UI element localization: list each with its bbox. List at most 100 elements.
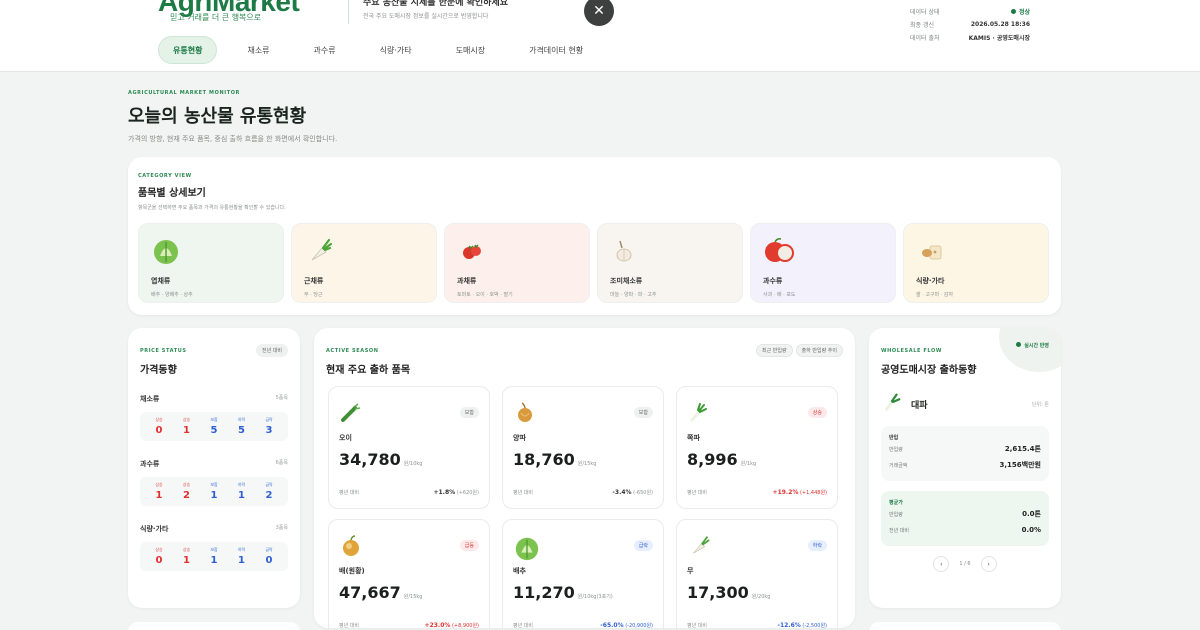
status-badge: 보합 xyxy=(633,407,653,418)
category-root[interactable]: 근채류 무 · 당근 xyxy=(291,223,437,303)
group-note: 6품목 xyxy=(275,460,288,466)
item-change-note: (-2,500원) xyxy=(802,623,827,629)
price-counts: 상승 0 상승 1 보합 1 하락 1 급락 0 xyxy=(140,542,288,571)
wholesale-item[interactable]: 대파 단위: 톤 xyxy=(881,392,1049,416)
category-tags: 사과 · 배 · 포도 xyxy=(763,292,796,298)
page-title: 오늘의 농산물 유통현황 xyxy=(128,106,307,127)
category-fruit-veg[interactable]: 과채류 토마토 · 오이 · 호박 · 딸기 xyxy=(444,223,590,303)
meta-value: 정상 xyxy=(1018,9,1030,16)
count-label: 하락 xyxy=(237,417,246,422)
season-item[interactable]: 급락 배추 11,270 원/10kg(3포기) 평년 대비 -65.0% (-20… xyxy=(502,519,664,630)
box-row-label: 반입량 xyxy=(889,446,903,453)
prev-page-button[interactable]: ‹ xyxy=(933,556,950,572)
strawberry-icon xyxy=(457,236,487,266)
box-row-label: 반입량 xyxy=(889,511,903,518)
category-orchard[interactable]: 과수류 사과 · 배 · 포도 xyxy=(750,223,896,303)
onion-icon xyxy=(513,401,537,425)
category-name: 조미채소류 xyxy=(610,277,643,285)
nav-tab-distribution[interactable]: 유통현황 xyxy=(158,36,218,64)
price-status-card: 전년 대비 PRICE STATUS 가격동향 채소류 5품목 상승 0 상승 1 보… xyxy=(128,328,300,608)
season-item[interactable]: 상승 쪽파 8,996 원/1kg 평년 대비 +19.2% (+1,448원) xyxy=(676,386,838,509)
count-value: 0 xyxy=(265,555,273,566)
nav-tab-vegetables[interactable]: 채소류 xyxy=(233,36,283,64)
status-badge: 보합 xyxy=(459,407,479,418)
count-label: 상승 xyxy=(155,547,163,552)
notice-banner[interactable]: 주요 농산물 시세를 한눈에 확인하세요 전국 주요 도매시장 정보를 실시간으… xyxy=(348,0,600,24)
radish-icon xyxy=(304,236,334,266)
count-value: 3 xyxy=(265,425,273,436)
wholesale-average-box: 평균가 반입량 0.0톤 전년 대비 0.0% xyxy=(881,491,1049,546)
status-badge: 상승 xyxy=(807,407,827,418)
cabbage-icon xyxy=(513,534,539,561)
item-foot-label: 평년 대비 xyxy=(339,623,359,629)
category-title: 품목별 상세보기 xyxy=(138,188,206,199)
count-value: 0 xyxy=(155,425,163,436)
category-leafy[interactable]: 엽채류 배추 · 양배추 · 상추 xyxy=(138,223,284,303)
category-tags: 마늘 · 양파 · 파 · 고추 xyxy=(610,292,657,298)
count-value: 5 xyxy=(238,425,245,436)
item-unit: 원/10kg(3포기) xyxy=(577,594,613,600)
item-foot-label: 평년 대비 xyxy=(339,490,359,496)
count-label: 상승 xyxy=(182,482,191,487)
price-group[interactable]: 식량·가타 3품목 상승 0 상승 1 보합 1 하락 1 급락 0 xyxy=(140,524,288,571)
group-note: 5품목 xyxy=(275,395,288,401)
nav-tab-wholesale[interactable]: 도매시장 xyxy=(442,36,499,64)
price-group[interactable]: 채소류 5품목 상승 0 상승 1 보합 5 하락 5 급락 3 xyxy=(140,394,288,441)
bottom-card-right xyxy=(869,622,1061,630)
category-grain[interactable]: 식량·가타 쌀 · 고구마 · 감자 xyxy=(903,223,1049,303)
group-note: 3품목 xyxy=(275,525,288,531)
item-change-note: (+8,900원) xyxy=(451,623,479,629)
item-change-note: (+620원) xyxy=(456,490,479,496)
item-unit: 원/10kg xyxy=(403,461,423,467)
item-price: 47,667 xyxy=(339,583,401,602)
meta-label: 데이터 출처 xyxy=(910,35,940,42)
item-foot-label: 평년 대비 xyxy=(687,490,707,496)
price-counts: 상승 1 상승 2 보합 1 하락 1 급락 2 xyxy=(140,477,288,506)
meta-label: 최종 갱신 xyxy=(910,22,934,29)
season-pill[interactable]: 출하 반입량 추이 xyxy=(795,344,843,357)
item-change-note: (+1,448원) xyxy=(799,490,827,496)
count-label: 보합 xyxy=(210,547,218,552)
price-filter-pill[interactable]: 전년 대비 xyxy=(256,344,288,357)
wholesale-flow-card: 실시간 반영 WHOLESALE FLOW 공영도매시장 출하동향 대파 단위:… xyxy=(869,328,1061,608)
count-label: 하락 xyxy=(237,547,246,552)
close-icon[interactable]: ✕ xyxy=(584,0,614,26)
category-name: 근채류 xyxy=(304,277,324,285)
nav-tab-price-data[interactable]: 가격데이터 현황 xyxy=(515,36,597,64)
category-name: 식량·가타 xyxy=(916,277,945,285)
live-dot-icon xyxy=(1010,9,1016,14)
box-row-label: 전년 대비 xyxy=(889,527,909,534)
item-change: +19.2% xyxy=(772,489,799,496)
item-unit: 원/15kg xyxy=(577,461,597,467)
price-group[interactable]: 과수류 6품목 상승 1 상승 2 보합 1 하락 1 급락 2 xyxy=(140,459,288,506)
count-label: 상승 xyxy=(182,417,191,422)
count-value: 1 xyxy=(155,490,163,501)
status-badge: 하락 xyxy=(807,540,827,551)
category-name: 과채류 xyxy=(457,277,477,285)
live-indicator: 실시간 반영 xyxy=(1016,342,1049,349)
active-season-card: 최근 반입량 출하 반입량 추이 ACTIVE SEASON 현재 주요 출하 … xyxy=(314,328,855,630)
count-label: 보합 xyxy=(210,417,218,422)
category-view-card: CATEGORY VIEW 품목별 상세보기 항목군을 선택하면 주요 품목과 … xyxy=(128,157,1061,315)
season-item-grid: 보합 오이 34,780 원/10kg 평년 대비 +1.8% (+620원) 보합… xyxy=(328,386,838,630)
page-indicator: 1 / 6 xyxy=(959,561,971,567)
box-row-value: 3,156백만원 xyxy=(999,461,1041,469)
next-page-button[interactable]: › xyxy=(980,556,997,572)
season-item[interactable]: 급등 배(원황) 47,667 원/15kg 평년 대비 +23.0% (+8,90… xyxy=(328,519,490,630)
apple-icon xyxy=(763,236,794,266)
category-seasoning[interactable]: 조미채소류 마늘 · 양파 · 파 · 고추 xyxy=(597,223,743,303)
season-item[interactable]: 보합 오이 34,780 원/10kg 평년 대비 +1.8% (+620원) xyxy=(328,386,490,509)
count-value: 1 xyxy=(210,555,218,566)
nav-tab-grains[interactable]: 식량·가타 xyxy=(366,36,426,64)
item-name: 쪽파 xyxy=(687,434,700,442)
category-name: 엽채류 xyxy=(151,277,171,285)
wholesale-item-unit: 단위: 톤 xyxy=(1031,401,1049,408)
box-row-value: 2,615.4톤 xyxy=(1004,445,1041,453)
nav-tab-fruits[interactable]: 과수류 xyxy=(300,36,350,64)
season-pill[interactable]: 최근 반입량 xyxy=(756,344,793,357)
grain-icon xyxy=(916,236,946,266)
item-change: +1.8% xyxy=(433,489,456,496)
meta-value: KAMIS · 공영도매시장 xyxy=(968,35,1030,42)
season-item[interactable]: 보합 양파 18,760 원/15kg 평년 대비 -3.4% (-650원) xyxy=(502,386,664,509)
season-item[interactable]: 하락 무 17,300 원/20kg 평년 대비 -12.6% (-2,500원) xyxy=(676,519,838,630)
